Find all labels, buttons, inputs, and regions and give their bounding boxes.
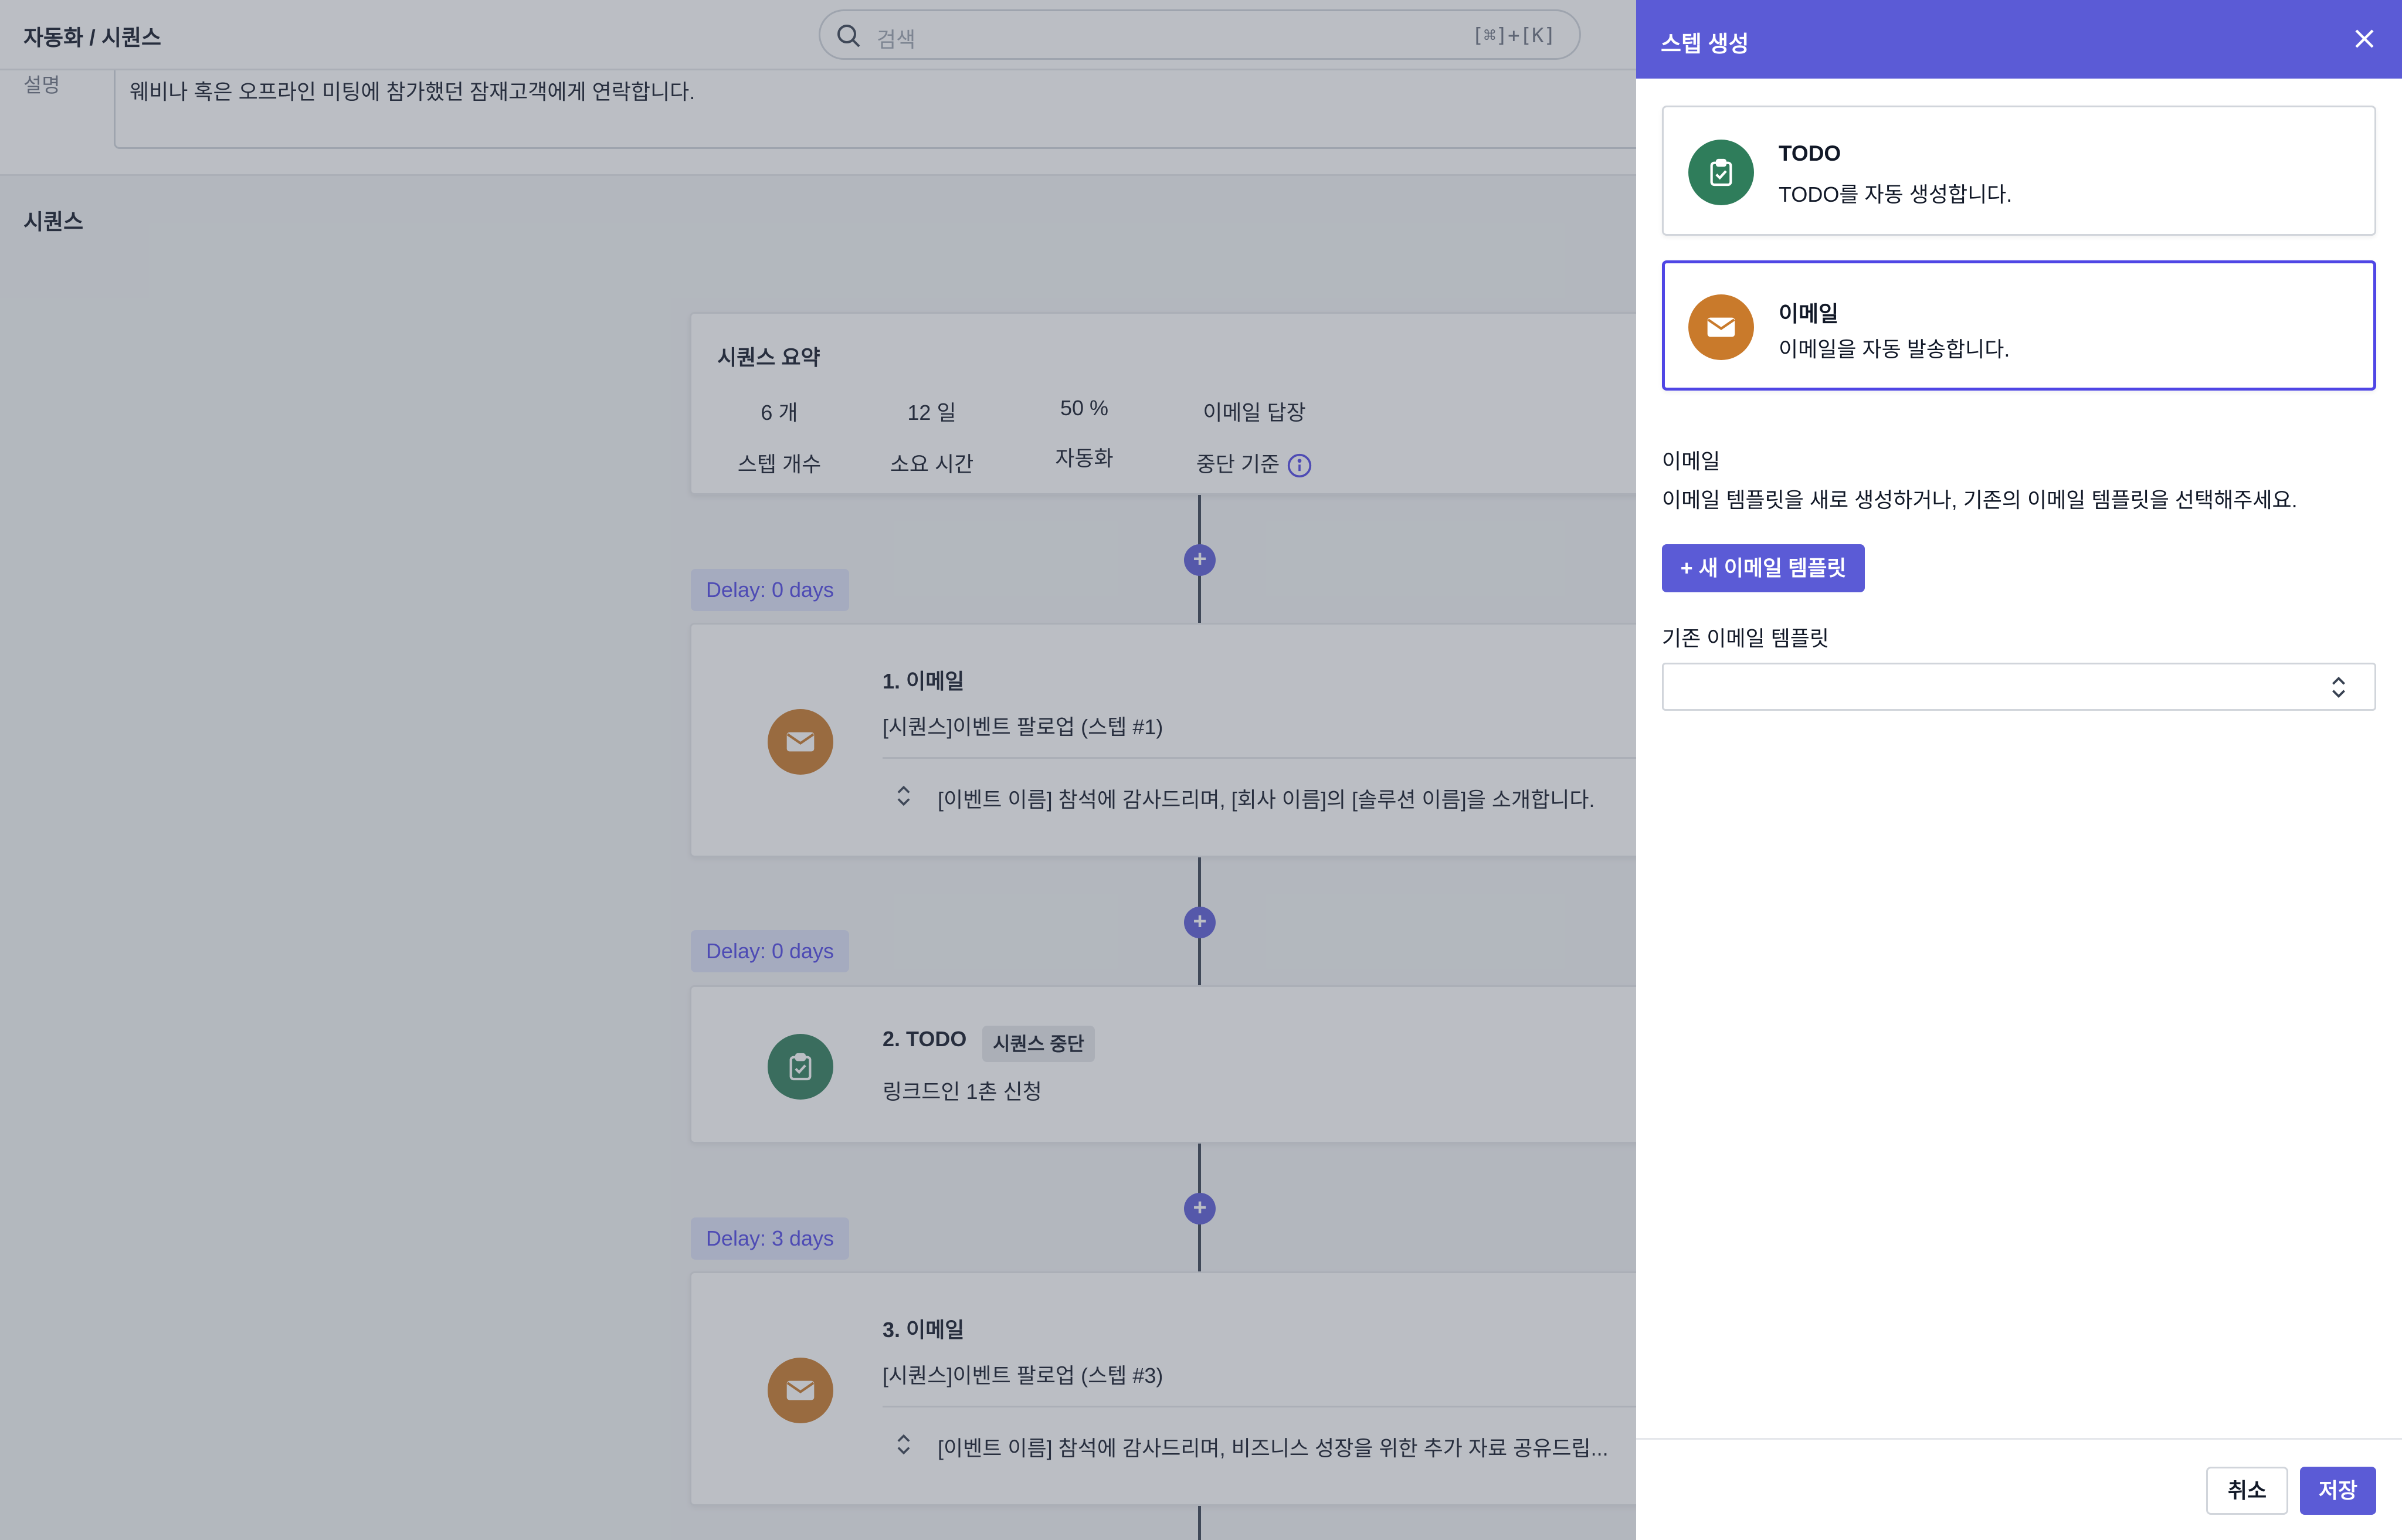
step-type-todo[interactable]: TODO TODO를 자동 생성합니다. <box>1662 106 2376 236</box>
save-button[interactable]: 저장 <box>2300 1467 2376 1515</box>
type-description: TODO를 자동 생성합니다. <box>1779 182 2013 206</box>
type-title: TODO <box>1779 141 1841 165</box>
envelope-icon <box>1707 317 1735 337</box>
step-type-email[interactable]: 이메일 이메일을 자동 발송합니다. <box>1662 260 2376 391</box>
type-icon <box>1688 294 1754 360</box>
drawer-header: 스텝 생성 <box>1636 0 2402 79</box>
existing-template-label: 기존 이메일 템플릿 <box>1662 626 1829 650</box>
clipboard-check-icon <box>1710 158 1732 186</box>
cancel-button[interactable]: 취소 <box>2206 1467 2288 1515</box>
modal-backdrop[interactable] <box>0 0 1636 1540</box>
existing-template-select[interactable] <box>1662 663 2376 711</box>
create-step-drawer: 스텝 생성 TODO TODO를 자동 생성합니다. 이메일 이메일을 자동 발… <box>1636 0 2402 1540</box>
close-icon[interactable] <box>2350 25 2379 53</box>
chevron-up-down-icon <box>2332 676 2345 698</box>
type-description: 이메일을 자동 발송합니다. <box>1779 337 2010 361</box>
type-title: 이메일 <box>1779 302 1839 326</box>
new-email-template-button[interactable]: + 새 이메일 템플릿 <box>1662 544 1865 592</box>
drawer-footer: 취소 저장 <box>1636 1438 2402 1540</box>
drawer-title: 스텝 생성 <box>1661 32 1749 57</box>
email-section-help: 이메일 템플릿을 새로 생성하거나, 기존의 이메일 템플릿을 선택해주세요. <box>1662 488 2298 512</box>
type-icon <box>1688 140 1754 205</box>
email-section-label: 이메일 <box>1662 449 1721 473</box>
